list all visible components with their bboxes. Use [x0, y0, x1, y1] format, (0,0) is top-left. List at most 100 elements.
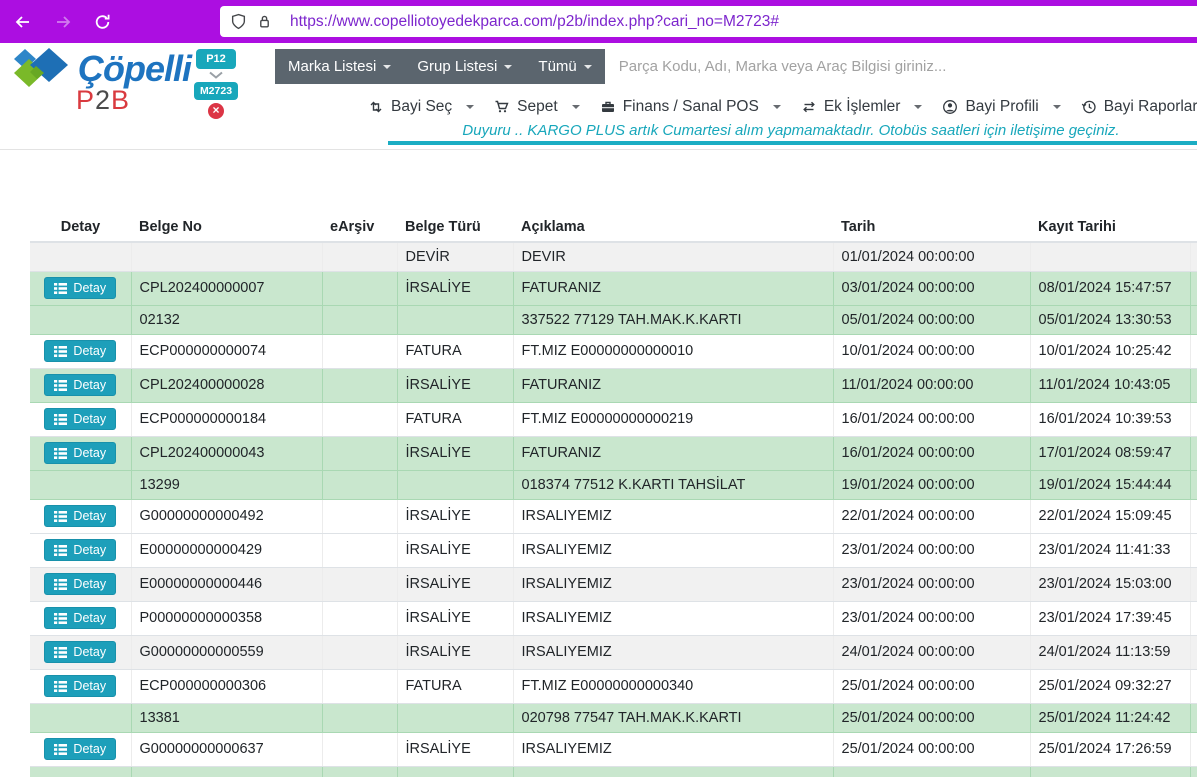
cell-belge-turu: FATURA: [397, 669, 513, 703]
cell-aciklama: [513, 766, 833, 777]
detay-button[interactable]: Detay: [44, 277, 116, 300]
cell-belge-no: [131, 242, 322, 271]
cell-aciklama: 018374 77512 K.KARTI TAHSİLAT: [513, 470, 833, 499]
logo-sub-b: B: [111, 85, 130, 115]
cell-tarih: 23/01/2024 00:00:00: [833, 601, 1030, 635]
clear-cari-icon[interactable]: ×: [208, 103, 224, 119]
detay-button[interactable]: Detay: [44, 442, 116, 465]
secondary-nav: Bayi SeçSepetFinans / Sanal POS Ek İşleml…: [358, 93, 1197, 120]
list-icon: [54, 681, 67, 692]
menu-item-sepet[interactable]: Sepet: [484, 98, 590, 116]
cell-detay: Detay: [30, 334, 131, 368]
cell-kayit-tarihi: 05/01/2024 13:30:53: [1030, 305, 1190, 334]
cell-kayit-tarihi: 25/01/2024 11:24:42: [1030, 703, 1190, 732]
cell-belge-turu: İRSALİYE: [397, 601, 513, 635]
cell-kayit-tarihi: 17/01/2024 08:59:47: [1030, 436, 1190, 470]
menu-item-bayi-profili[interactable]: Bayi Profili: [932, 98, 1070, 116]
cell-kayit-tarihi: 10/01/2024 10:25:42: [1030, 334, 1190, 368]
detay-button[interactable]: Detay: [44, 505, 116, 528]
cell-tarih: 11/01/2024 00:00:00: [833, 368, 1030, 402]
cell-earsiv: [322, 368, 397, 402]
detay-button[interactable]: Detay: [44, 675, 116, 698]
menu-item-bayi-se[interactable]: Bayi Seç: [358, 98, 484, 116]
cell-extra: [1190, 669, 1197, 703]
cell-extra: [1190, 305, 1197, 334]
cell-earsiv: [322, 436, 397, 470]
cell-belge-no: 02132: [131, 305, 322, 334]
cell-earsiv: [322, 334, 397, 368]
cell-kayit-tarihi: 23/01/2024 17:39:45: [1030, 601, 1190, 635]
cell-belge-turu: [397, 703, 513, 732]
cell-kayit-tarihi: 24/01/2024 11:13:59: [1030, 635, 1190, 669]
detay-button[interactable]: Detay: [44, 607, 116, 630]
list-icon: [54, 647, 67, 658]
detay-button[interactable]: Detay: [44, 641, 116, 664]
table-row: DetayECP000000000074FATURAFT.MIZ E000000…: [30, 334, 1197, 368]
detay-button[interactable]: Detay: [44, 573, 116, 596]
cell-tarih: 16/01/2024 00:00:00: [833, 402, 1030, 436]
cell-belge-no: ECP000000000184: [131, 402, 322, 436]
menu-item-label: Ek İşlemler: [824, 98, 901, 116]
detay-button[interactable]: Detay: [44, 374, 116, 397]
cell-detay: [30, 242, 131, 271]
detay-button[interactable]: Detay: [44, 408, 116, 431]
list-icon: [54, 511, 67, 522]
cell-belge-turu: FATURA: [397, 334, 513, 368]
cell-tarih: 16/01/2024 00:00:00: [833, 436, 1030, 470]
cell-earsiv: [322, 732, 397, 766]
refresh-icon[interactable]: [88, 7, 118, 37]
nav-item-label: Marka Listesi: [288, 58, 376, 75]
cell-extra: [1190, 601, 1197, 635]
cell-detay: [30, 470, 131, 499]
nav-item-grup-listesi[interactable]: Grup Listesi: [404, 49, 525, 84]
detay-button[interactable]: Detay: [44, 340, 116, 363]
cell-tarih: 10/01/2024 00:00:00: [833, 334, 1030, 368]
cell-earsiv: [322, 567, 397, 601]
cell-detay: Detay: [30, 271, 131, 305]
table-row: 02132337522 77129 TAH.MAK.K.KARTI05/01/2…: [30, 305, 1197, 334]
detay-button[interactable]: Detay: [44, 539, 116, 562]
forward-icon[interactable]: [48, 7, 78, 37]
table-body: DEVİRDEVIR01/01/2024 00:00:00DetayCPL202…: [30, 242, 1197, 777]
cell-belge-turu: İRSALİYE: [397, 533, 513, 567]
cell-belge-turu: İRSALİYE: [397, 499, 513, 533]
detay-button[interactable]: Detay: [44, 738, 116, 761]
cell-kayit-tarihi: [1030, 766, 1190, 777]
cell-extra: [1190, 334, 1197, 368]
badge-cari-no[interactable]: M2723: [194, 82, 238, 100]
cell-belge-no: E00000000000429: [131, 533, 322, 567]
chevron-down-icon: [914, 105, 922, 109]
shield-icon[interactable]: [230, 13, 247, 30]
search-input[interactable]: [605, 49, 1197, 84]
col-header-earsiv: eArşiv: [322, 212, 397, 242]
cell-extra: [1190, 402, 1197, 436]
badge-p12[interactable]: P12: [196, 49, 236, 69]
nav-item-marka-listesi[interactable]: Marka Listesi: [275, 49, 404, 84]
history-icon: [1081, 99, 1097, 115]
table-row: DEVİRDEVIR01/01/2024 00:00:00: [30, 242, 1197, 271]
cell-tarih: 19/01/2024 00:00:00: [833, 470, 1030, 499]
cell-earsiv: [322, 766, 397, 777]
cell-belge-no: G00000000000492: [131, 499, 322, 533]
nav-item-t-m[interactable]: Tümü: [525, 49, 604, 84]
chevron-down-icon[interactable]: [208, 71, 224, 79]
chevron-down-icon: [466, 105, 474, 109]
chevron-down-icon: [773, 105, 781, 109]
url-bar[interactable]: https://www.copelliotoyedekparca.com/p2b…: [220, 6, 1197, 37]
cell-aciklama: DEVIR: [513, 242, 833, 271]
back-icon[interactable]: [8, 7, 38, 37]
col-header-detay: Detay: [30, 212, 131, 242]
cell-kayit-tarihi: 23/01/2024 15:03:00: [1030, 567, 1190, 601]
table-row: 13381020798 77547 TAH.MAK.K.KARTI25/01/2…: [30, 703, 1197, 732]
primary-nav-items: Marka Listesi Grup Listesi Tümü: [275, 49, 605, 84]
nav-item-label: Grup Listesi: [417, 58, 497, 75]
menu-item-bayi-raporlar[interactable]: Bayi Raporları: [1071, 98, 1197, 116]
col-header-belge-no: Belge No: [131, 212, 322, 242]
table-header-row: Detay Belge No eArşiv Belge Türü Açıklam…: [30, 212, 1197, 242]
cell-extra: [1190, 242, 1197, 271]
menu-item-finans-sanal-pos[interactable]: Finans / Sanal POS: [590, 98, 791, 116]
cell-extra: [1190, 436, 1197, 470]
menu-item-ek-i-lemler[interactable]: Ek İşlemler: [791, 98, 933, 116]
cell-detay: Detay: [30, 499, 131, 533]
col-header-belge-turu: Belge Türü: [397, 212, 513, 242]
